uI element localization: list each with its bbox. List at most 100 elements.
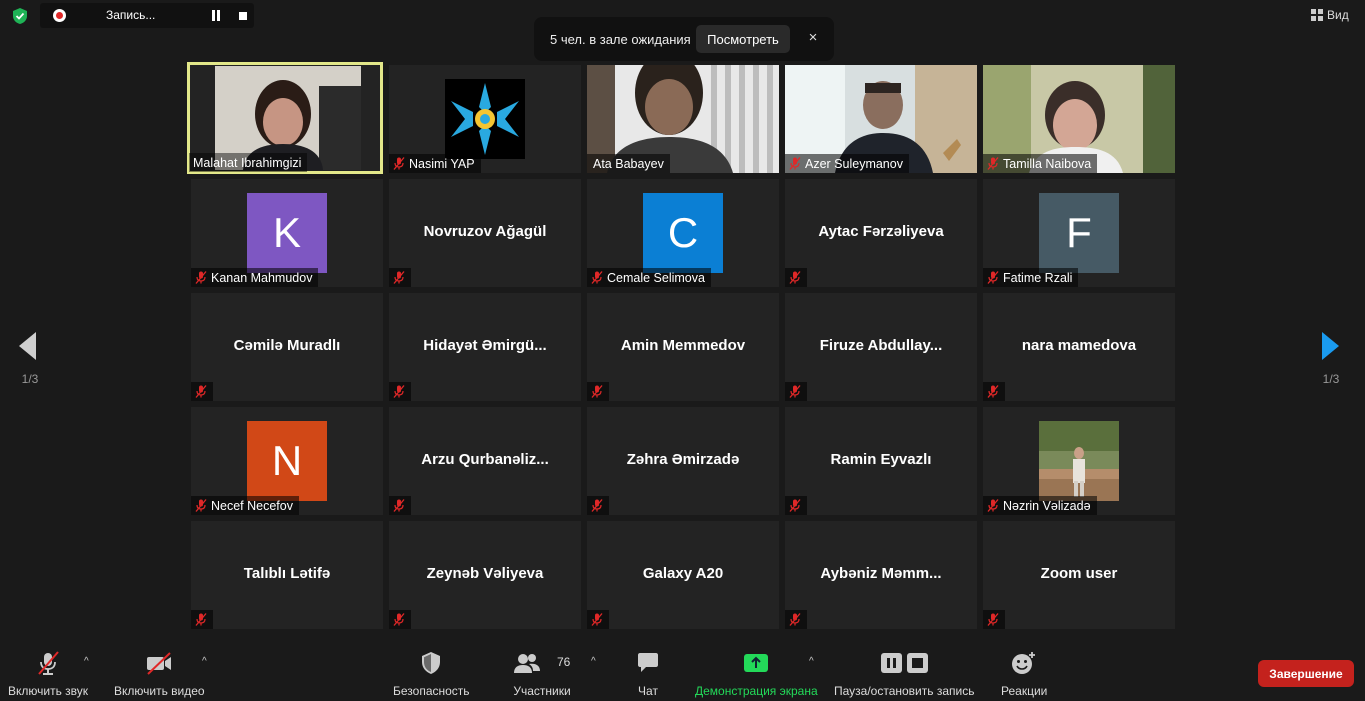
pause-stop-recording-button[interactable]: Пауза/остановить запись xyxy=(834,650,974,698)
participant-tile[interactable]: Firuze Abdullay... xyxy=(785,293,977,401)
unmute-button[interactable]: Включить звук xyxy=(8,650,88,698)
participant-tile[interactable]: Nəzrin Vəlizadə xyxy=(983,407,1175,515)
participant-tile[interactable]: K Kanan Mahmudov xyxy=(191,179,383,287)
reactions-button[interactable]: Реакции xyxy=(1001,650,1047,698)
participant-tile[interactable]: Hidayət Əmirgü... xyxy=(389,293,581,401)
participant-name-bar xyxy=(983,610,1005,629)
participant-tile[interactable]: Aybəniz Məmm... xyxy=(785,521,977,629)
participant-name-bar: Kanan Mahmudov xyxy=(191,268,319,287)
participant-name-bar xyxy=(587,496,609,515)
next-page-button[interactable]: 1/3 xyxy=(1308,300,1358,400)
participant-name-bar: Cemale Selimova xyxy=(587,268,711,287)
view-waiting-room-button[interactable]: Посмотреть xyxy=(696,25,790,53)
participant-name: Malahat Ibrahimgizi xyxy=(193,155,302,170)
participant-tile[interactable]: Ata Babayev xyxy=(587,65,779,173)
muted-mic-icon xyxy=(789,385,801,398)
participant-name-bar: Ata Babayev xyxy=(587,154,670,173)
participant-name-bar xyxy=(389,496,411,515)
participant-name-bar xyxy=(785,496,807,515)
muted-mic-icon xyxy=(393,385,405,398)
participant-tile[interactable]: Tamilla Naibova xyxy=(983,65,1175,173)
end-meeting-button[interactable]: Завершение xyxy=(1258,660,1354,687)
pause-recording-icon[interactable] xyxy=(212,10,221,21)
participant-display-name: Hidayət Əmirgü... xyxy=(423,337,547,354)
view-label: Вид xyxy=(1327,8,1349,22)
record-dot-icon xyxy=(53,9,66,22)
participant-name-bar xyxy=(785,382,807,401)
participant-name: Cemale Selimova xyxy=(607,270,705,285)
security-shield-icon xyxy=(420,650,442,676)
participant-tile[interactable]: Zəhra Əmirzadə xyxy=(587,407,779,515)
share-screen-icon xyxy=(743,650,769,676)
participant-tile[interactable]: N Necef Necefov xyxy=(191,407,383,515)
muted-mic-icon xyxy=(987,499,999,512)
participant-tile[interactable]: Azer Suleymanov xyxy=(785,65,977,173)
participant-tile[interactable]: nara mamedova xyxy=(983,293,1175,401)
participant-name-bar xyxy=(587,610,609,629)
muted-mic-icon xyxy=(987,157,999,170)
chevron-up-icon[interactable]: ^ xyxy=(202,656,207,667)
security-label: Безопасность xyxy=(393,684,470,698)
muted-mic-icon xyxy=(393,499,405,512)
participant-name-bar: Nəzrin Vəlizadə xyxy=(983,496,1097,515)
view-button[interactable]: Вид xyxy=(1311,5,1359,25)
participant-display-name: Zeynəb Vəliyeva xyxy=(426,565,544,582)
chevron-up-icon[interactable]: ^ xyxy=(84,656,89,667)
video-off-icon xyxy=(145,650,173,676)
muted-mic-icon xyxy=(591,613,603,626)
participant-tile[interactable]: Talıblı Lətifə xyxy=(191,521,383,629)
participant-display-name: Arzu Qurbanəliz... xyxy=(421,451,549,468)
grid-view-icon xyxy=(1311,9,1323,21)
participant-tile[interactable]: Galaxy A20 xyxy=(587,521,779,629)
page-indicator-left: 1/3 xyxy=(21,372,39,386)
participant-avatar: N xyxy=(247,421,327,501)
muted-mic-icon xyxy=(591,499,603,512)
participant-tile[interactable]: Zoom user xyxy=(983,521,1175,629)
chevron-up-icon[interactable]: ^ xyxy=(591,656,596,667)
close-icon[interactable]: × xyxy=(804,29,822,47)
participant-tile[interactable]: Malahat Ibrahimgizi xyxy=(187,62,383,174)
share-screen-button[interactable]: Демонстрация экрана xyxy=(695,650,818,698)
muted-mic-icon xyxy=(393,157,405,170)
participant-name-bar xyxy=(785,268,807,287)
shield-icon[interactable] xyxy=(10,6,30,26)
participant-tile[interactable]: Cəmilə Muradlı xyxy=(191,293,383,401)
arrow-right-icon xyxy=(1322,332,1339,360)
participant-profile-image xyxy=(1039,421,1119,501)
participant-name-bar xyxy=(389,610,411,629)
participant-tile[interactable]: Nasimi YAP xyxy=(389,65,581,173)
participant-name: Ata Babayev xyxy=(593,156,664,171)
participant-name-bar: Malahat Ibrahimgizi xyxy=(189,153,308,172)
participant-tile[interactable]: C Cemale Selimova xyxy=(587,179,779,287)
pause-stop-icon xyxy=(880,650,928,676)
stop-recording-icon[interactable] xyxy=(239,12,247,20)
chevron-up-icon[interactable]: ^ xyxy=(809,656,814,667)
muted-mic-icon xyxy=(195,613,207,626)
participant-name: Tamilla Naibova xyxy=(1003,156,1092,171)
recording-indicator: Запись... xyxy=(40,3,254,28)
participant-name-bar: Tamilla Naibova xyxy=(983,154,1098,173)
participants-label: Участники xyxy=(513,684,571,698)
participant-tile[interactable]: F Fatime Rzali xyxy=(983,179,1175,287)
chat-button[interactable]: Чат xyxy=(636,650,660,698)
participant-tile[interactable]: Aytac Fərzəliyeva xyxy=(785,179,977,287)
participant-tile[interactable]: Arzu Qurbanəliz... xyxy=(389,407,581,515)
waiting-room-text: 5 чел. в зале ожидания xyxy=(550,32,691,47)
participant-display-name: nara mamedova xyxy=(1021,337,1137,354)
participant-display-name: Zəhra Əmirzadə xyxy=(626,451,740,468)
participant-name-bar xyxy=(191,610,213,629)
muted-mic-icon xyxy=(987,385,999,398)
participant-tile[interactable]: Zeynəb Vəliyeva xyxy=(389,521,581,629)
participant-name-bar: Necef Necefov xyxy=(191,496,299,515)
chat-icon xyxy=(636,650,660,676)
previous-page-button[interactable]: 1/3 xyxy=(8,300,58,400)
mic-off-icon xyxy=(35,650,61,676)
participant-tile[interactable]: Amin Memmedov xyxy=(587,293,779,401)
recording-label: Запись... xyxy=(106,8,156,22)
participant-tile[interactable]: Ramin Eyvazlı xyxy=(785,407,977,515)
participant-tile[interactable]: Novruzov Ağagül xyxy=(389,179,581,287)
muted-mic-icon xyxy=(789,271,801,284)
start-video-button[interactable]: Включить видео xyxy=(114,650,205,698)
participant-display-name: Aytac Fərzəliyeva xyxy=(818,223,944,240)
security-button[interactable]: Безопасность xyxy=(393,650,470,698)
